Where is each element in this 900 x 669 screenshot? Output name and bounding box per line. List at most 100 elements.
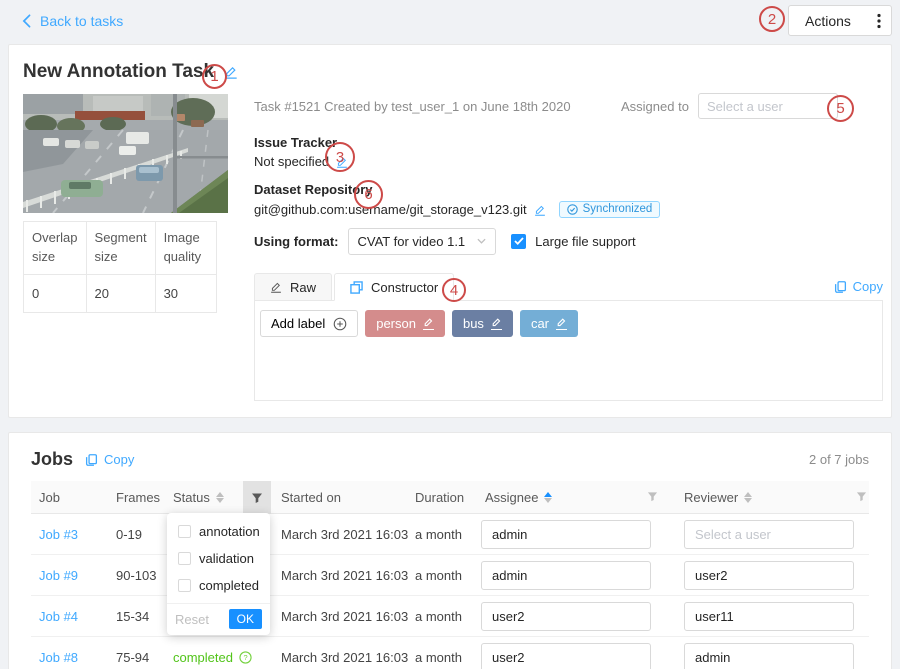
reviewer-filter-icon[interactable] — [856, 490, 871, 505]
label-chip-bus-text: bus — [463, 316, 484, 331]
column-header-started: Started on — [271, 490, 411, 505]
checkbox-completed[interactable] — [178, 579, 191, 592]
job-link[interactable]: Job #3 — [31, 527, 116, 542]
reviewer-input[interactable] — [684, 561, 854, 590]
job-link[interactable]: Job #8 — [31, 650, 116, 665]
assignee-filter-icon[interactable] — [647, 490, 672, 505]
job-row-9: Job #9 90-103 March 3rd 2021 16:03 a mon… — [31, 555, 869, 596]
filter-option-annotation-label: annotation — [199, 524, 260, 539]
labels-tab-bar: Raw Constructor Copy — [254, 272, 883, 301]
task-details-card: New Annotation Task — [8, 44, 892, 418]
filter-option-validation[interactable]: validation — [167, 545, 270, 572]
chevron-down-icon — [477, 238, 486, 244]
job-duration: a month — [411, 527, 473, 542]
param-value-segment: 20 — [86, 274, 155, 312]
job-started: March 3rd 2021 16:03 — [271, 527, 411, 542]
sync-check-icon — [567, 204, 578, 215]
sync-status-text: Synchronized — [583, 203, 653, 215]
job-link[interactable]: Job #4 — [31, 609, 116, 624]
assigned-to-select[interactable] — [698, 93, 838, 119]
edit-label-person-icon[interactable] — [423, 317, 434, 330]
checkbox-annotation[interactable] — [178, 525, 191, 538]
dataset-repository-url: git@github.com:username/git_storage_v123… — [254, 202, 527, 217]
assigned-to-label: Assigned to — [621, 99, 689, 114]
job-frames: 75-94 — [116, 650, 173, 665]
label-chip-bus[interactable]: bus — [452, 310, 513, 337]
task-params-table: Overlap size Segment size Image quality … — [23, 221, 217, 313]
using-format-label: Using format: — [254, 234, 339, 249]
filter-option-completed[interactable]: completed — [167, 572, 270, 599]
actions-label: Actions — [805, 13, 851, 29]
task-preview-image — [23, 94, 228, 213]
column-header-status[interactable]: Status — [173, 490, 243, 505]
label-chip-person[interactable]: person — [365, 310, 445, 337]
param-value-overlap: 0 — [24, 274, 87, 312]
jobs-card: Jobs Copy 2 of 7 jobs Job Frames Status — [8, 432, 892, 669]
column-header-assignee[interactable]: Assignee — [473, 490, 672, 505]
column-header-reviewer[interactable]: Reviewer — [672, 490, 871, 505]
filter-option-validation-label: validation — [199, 551, 254, 566]
task-title: New Annotation Task — [23, 61, 214, 83]
assignee-sort-icon[interactable] — [544, 492, 552, 503]
status-help-icon[interactable]: ? — [239, 651, 252, 664]
large-file-support-checkbox[interactable] — [511, 234, 526, 249]
job-started: March 3rd 2021 16:03 — [271, 609, 411, 624]
annotation-circle-4: 4 — [442, 278, 466, 302]
task-meta-text: Task #1521 Created by test_user_1 on Jun… — [254, 99, 571, 114]
assignee-input[interactable] — [481, 520, 651, 549]
labels-constructor-panel: Add label person bus — [254, 301, 883, 401]
reviewer-input[interactable] — [684, 520, 854, 549]
more-vertical-icon — [877, 13, 881, 29]
edit-repository-icon[interactable] — [534, 204, 546, 216]
job-duration: a month — [411, 650, 473, 665]
annotation-circle-5: 5 — [827, 95, 854, 122]
reviewer-input[interactable] — [684, 643, 854, 669]
back-to-tasks-label: Back to tasks — [40, 13, 123, 29]
issue-tracker-value: Not specified — [254, 154, 329, 169]
annotation-circle-6: 6 — [354, 180, 383, 209]
filter-ok-button[interactable]: OK — [229, 609, 262, 629]
sync-status-badge: Synchronized — [559, 201, 661, 218]
column-header-job: Job — [31, 490, 116, 505]
label-chip-car-text: car — [531, 316, 549, 331]
add-label-button[interactable]: Add label — [260, 310, 358, 337]
edit-label-bus-icon[interactable] — [491, 317, 502, 330]
actions-button[interactable]: Actions — [788, 5, 892, 36]
assigned-to-input[interactable] — [707, 94, 829, 118]
job-frames: 15-34 — [116, 609, 173, 624]
status-filter-icon[interactable] — [243, 481, 271, 514]
constructor-block-icon — [350, 281, 363, 294]
format-select-value: CVAT for video 1.1 — [358, 234, 466, 249]
back-to-tasks-link[interactable]: Back to tasks — [22, 13, 123, 29]
job-row-8: Job #8 75-94 completed ? March 3rd 2021 … — [31, 637, 869, 669]
assignee-input[interactable] — [481, 602, 651, 631]
param-value-quality: 30 — [155, 274, 216, 312]
jobs-copy-button[interactable]: Copy — [85, 452, 134, 467]
reviewer-sort-icon[interactable] — [744, 492, 752, 503]
tab-constructor-label: Constructor — [371, 280, 438, 295]
labels-copy-label: Copy — [853, 279, 883, 294]
assignee-input[interactable] — [481, 561, 651, 590]
annotation-circle-2: 2 — [759, 6, 785, 32]
tab-raw-label: Raw — [290, 280, 316, 295]
filter-reset-button[interactable]: Reset — [175, 612, 209, 627]
job-link[interactable]: Job #9 — [31, 568, 116, 583]
status-header-label: Status — [173, 490, 210, 505]
edit-label-car-icon[interactable] — [556, 317, 567, 330]
job-duration: a month — [411, 568, 473, 583]
cvat-task-details-page: Back to tasks Actions New Annotation Tas… — [0, 0, 900, 669]
add-label-text: Add label — [271, 316, 325, 331]
tab-constructor[interactable]: Constructor — [334, 273, 454, 301]
checkbox-validation[interactable] — [178, 552, 191, 565]
format-select[interactable]: CVAT for video 1.1 — [348, 228, 497, 255]
tab-raw[interactable]: Raw — [254, 273, 332, 301]
label-chip-car[interactable]: car — [520, 310, 578, 337]
reviewer-input[interactable] — [684, 602, 854, 631]
assignee-input[interactable] — [481, 643, 651, 669]
dataset-repository-label: Dataset Repository — [254, 182, 660, 197]
status-sort-icon[interactable] — [216, 492, 224, 503]
job-frames: 90-103 — [116, 568, 173, 583]
labels-copy-button[interactable]: Copy — [834, 279, 883, 294]
filter-option-annotation[interactable]: annotation — [167, 518, 270, 545]
jobs-count: 2 of 7 jobs — [809, 452, 869, 467]
